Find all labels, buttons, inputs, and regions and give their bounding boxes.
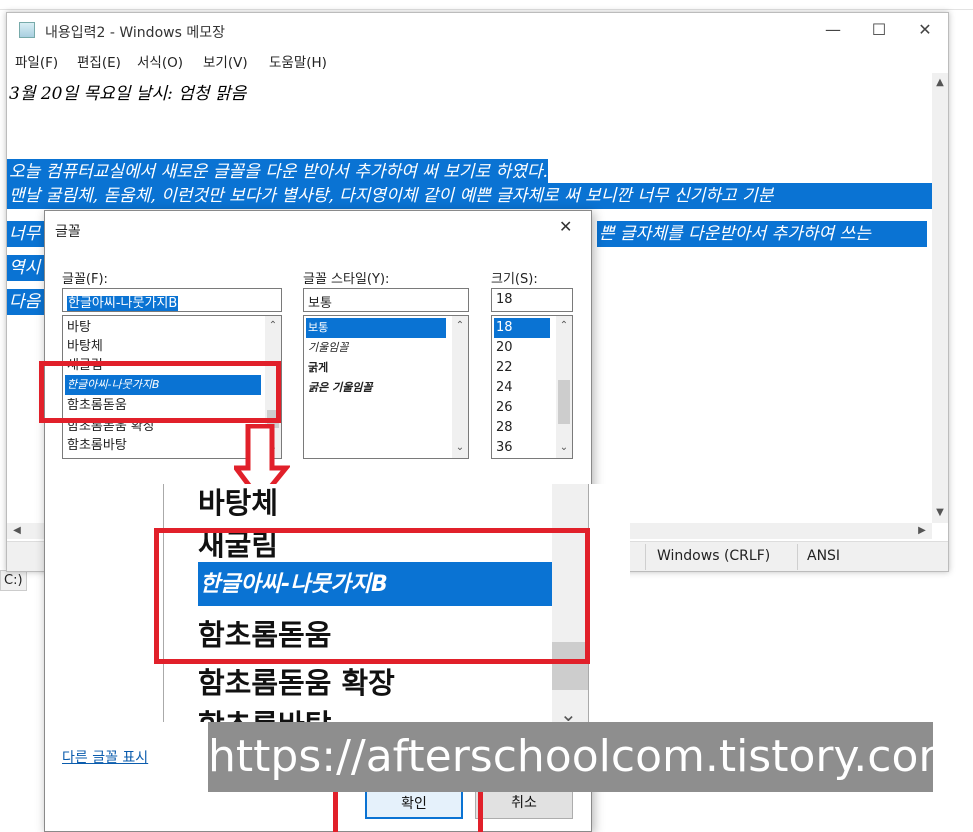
chevron-down-icon[interactable]: ⌄: [452, 440, 468, 456]
scroll-down-icon[interactable]: ▼: [932, 505, 948, 521]
chevron-up-icon[interactable]: ⌃: [452, 318, 468, 334]
menu-help[interactable]: 도움말(H): [269, 51, 327, 71]
chevron-down-icon[interactable]: ⌄: [556, 440, 572, 456]
font-name-value: 한글아씨-나뭇가지B: [67, 296, 179, 311]
scroll-thumb[interactable]: [558, 380, 570, 424]
list-item-selected[interactable]: 18: [494, 318, 550, 338]
screenshot-stage: C:) 내용입력2 - Windows 메모장 — ☐ ✕ 파일(F) 편집(E…: [0, 0, 973, 832]
vertical-scrollbar[interactable]: ▲ ▼: [932, 73, 948, 523]
font-name-input[interactable]: 한글아씨-나뭇가지B: [62, 288, 282, 312]
size-input[interactable]: 18: [491, 288, 573, 312]
size-label: 크기(S):: [491, 272, 538, 287]
list-item[interactable]: 20: [494, 338, 513, 358]
scroll-right-icon[interactable]: ▶: [914, 523, 930, 539]
list-item-selected[interactable]: 보통: [306, 318, 446, 338]
list-item[interactable]: 24: [494, 378, 513, 398]
list-item[interactable]: 바탕: [65, 318, 91, 338]
chevron-up-icon[interactable]: ⌃: [265, 318, 281, 334]
selected-text-line-right: 쁜 글자체를 다운받아서 추가하여 쓰는: [597, 221, 927, 247]
list-item[interactable]: 26: [494, 398, 513, 418]
highlight-box-small: [39, 361, 281, 423]
list-item: 함초롬바탕: [198, 702, 331, 722]
title-bar[interactable]: 내용입력2 - Windows 메모장 — ☐ ✕: [7, 13, 948, 47]
dialog-close-button[interactable]: ✕: [559, 217, 572, 236]
menu-bar: 파일(F) 편집(E) 서식(O) 보기(V) 도움말(H): [7, 47, 948, 73]
status-divider: [797, 544, 798, 570]
selected-text-line: 너무: [7, 221, 47, 247]
selected-text-line: 맨날 굴림체, 돋움체, 이런것만 보다가 별사탕, 다지영이체 같이 예쁜 글…: [7, 183, 932, 209]
scroll-left-icon[interactable]: ◀: [9, 523, 25, 539]
menu-edit[interactable]: 편집(E): [77, 51, 121, 71]
chevron-down-icon: ⌄: [560, 702, 577, 722]
list-item[interactable]: 기울임꼴: [306, 338, 348, 358]
font-label: 글꼴(F):: [62, 272, 108, 287]
watermark: https://afterschoolcom.tistory.com: [208, 722, 961, 792]
notepad-icon: [19, 22, 35, 38]
close-button[interactable]: ✕: [902, 13, 948, 47]
size-list[interactable]: 18 20 22 24 26 28 36 ⌃ ⌄: [491, 315, 573, 459]
status-divider: [645, 544, 646, 570]
list-item[interactable]: 22: [494, 358, 513, 378]
background-side-fragment: C:): [0, 570, 27, 591]
list-item: 함초롬돋움 확장: [198, 666, 395, 700]
selected-text-line: 다음: [7, 289, 47, 315]
text-line: 3월 20일 목요일 날시: 엄청 맑음: [9, 84, 247, 104]
chevron-up-icon[interactable]: ⌃: [556, 318, 572, 334]
style-list[interactable]: 보통 기울임꼴 굵게 굵은 기울임꼴 ⌃ ⌄: [303, 315, 469, 459]
text-line: [7, 107, 9, 133]
style-label: 글꼴 스타일(Y):: [303, 272, 390, 287]
menu-view[interactable]: 보기(V): [203, 51, 248, 71]
window-title: 내용입력2 - Windows 메모장: [45, 25, 225, 41]
status-eol: Windows (CRLF): [657, 548, 771, 564]
list-item: 바탕체: [198, 486, 279, 520]
maximize-button[interactable]: ☐: [856, 13, 902, 47]
minimize-button[interactable]: —: [810, 13, 856, 47]
list-item[interactable]: 굵은 기울임꼴: [306, 378, 373, 398]
list-item[interactable]: 함초롬바탕: [65, 436, 127, 456]
dialog-title: 글꼴: [55, 224, 81, 240]
selected-text-line: 역시: [7, 255, 47, 281]
selected-text-line: 오늘 컴퓨터교실에서 새로운 글꼴을 다운 받아서 추가하여 써 보기로 하였다…: [7, 159, 548, 185]
more-fonts-link[interactable]: 다른 글꼴 표시: [62, 747, 148, 767]
zoom-right-margin: [588, 484, 630, 722]
scroll-up-icon[interactable]: ▲: [932, 75, 948, 91]
highlight-box-large: [154, 528, 590, 664]
style-input[interactable]: 보통: [303, 288, 469, 312]
list-item[interactable]: 36: [494, 438, 513, 458]
menu-file[interactable]: 파일(F): [15, 51, 58, 71]
background-window-strip: [0, 0, 973, 10]
list-item[interactable]: 28: [494, 418, 513, 438]
list-item[interactable]: 바탕체: [65, 337, 103, 357]
style-list-scrollbar[interactable]: ⌃ ⌄: [452, 316, 468, 458]
status-encoding: ANSI: [807, 548, 841, 564]
list-item[interactable]: 굵게: [306, 358, 328, 378]
size-list-scrollbar[interactable]: ⌃ ⌄: [556, 316, 572, 458]
menu-format[interactable]: 서식(O): [137, 51, 183, 71]
